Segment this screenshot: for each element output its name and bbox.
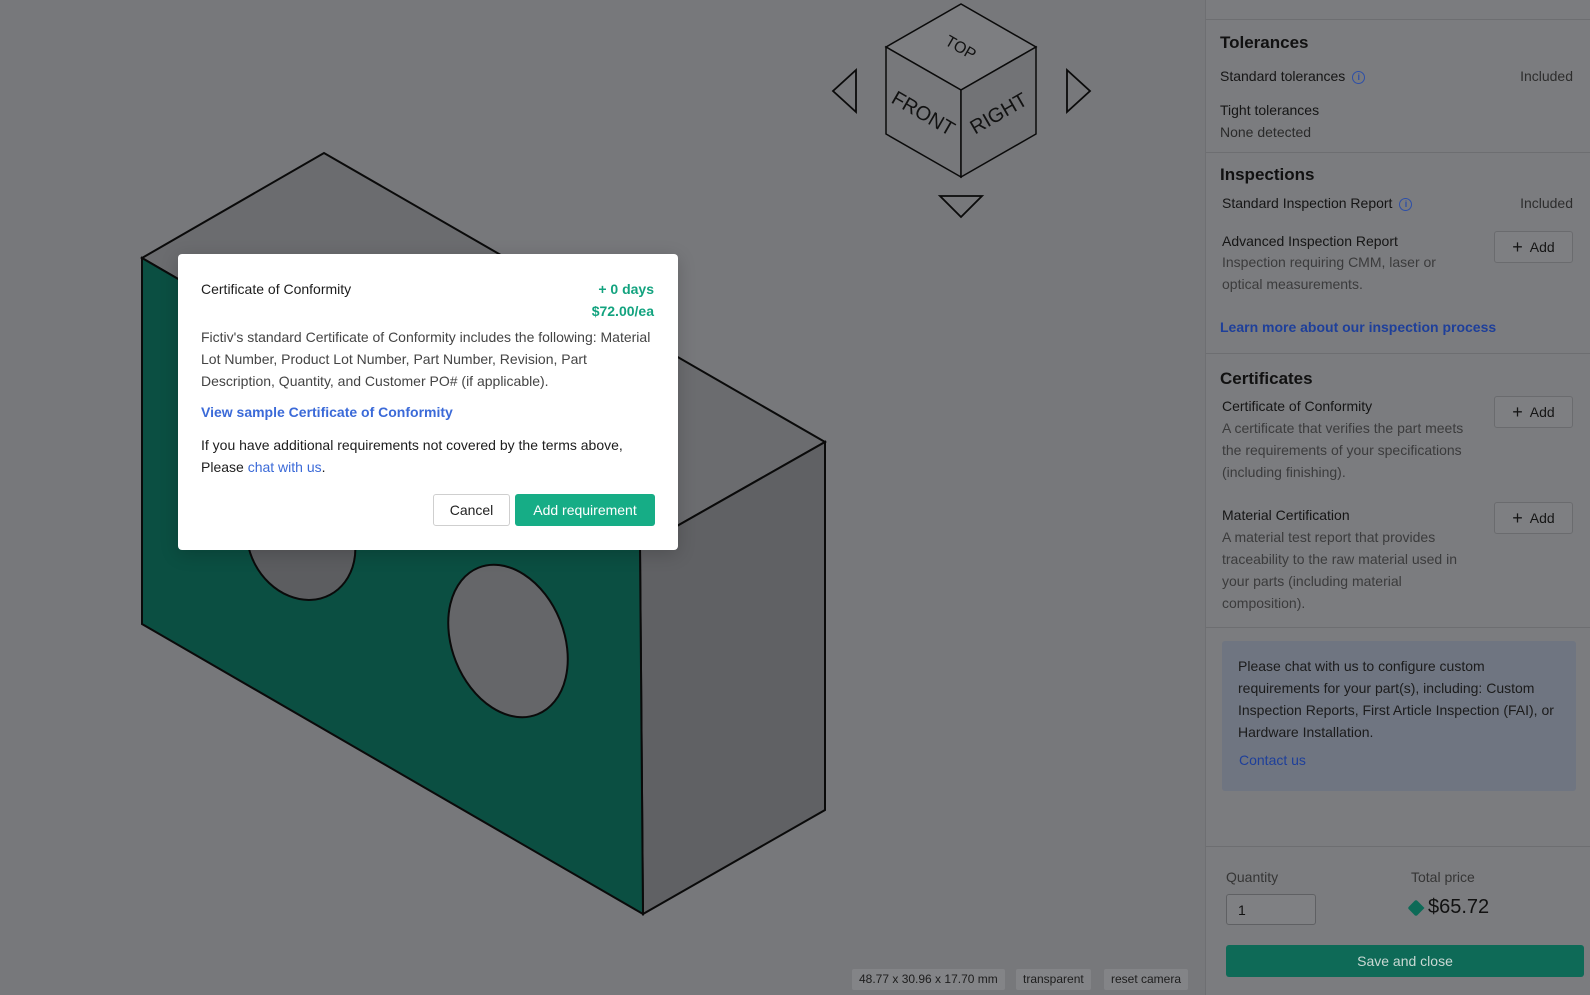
- coc-label: Certificate of Conformity: [1222, 398, 1373, 414]
- cancel-button[interactable]: Cancel: [433, 494, 510, 526]
- plus-icon: +: [1512, 237, 1523, 257]
- modal-description: Fictiv's standard Certificate of Conform…: [201, 329, 651, 389]
- add-material-cert-button[interactable]: + Add: [1494, 502, 1573, 534]
- save-and-close-button[interactable]: Save and close: [1226, 945, 1584, 977]
- add-label: Add: [1529, 404, 1555, 420]
- standard-tolerances-label: Standard tolerances: [1220, 68, 1346, 84]
- modal-title: Certificate of Conformity: [201, 281, 352, 297]
- certificates-title: Certificates: [1220, 369, 1313, 388]
- extra-note-suffix: .: [321, 459, 326, 475]
- info-icon[interactable]: i: [1399, 198, 1413, 211]
- chat-with-us-link[interactable]: chat with us: [248, 459, 322, 475]
- standard-inspection-status: Included: [1520, 195, 1573, 211]
- modal-lead-time: + 0 days: [598, 281, 654, 297]
- advanced-desc-line: Inspection requiring CMM, laser or: [1222, 254, 1436, 270]
- add-label: Add: [1529, 510, 1555, 526]
- plus-icon: +: [1512, 508, 1523, 528]
- learn-more-inspection-link[interactable]: Learn more about our inspection process: [1220, 319, 1496, 335]
- coc-desc-line: (including finishing).: [1222, 464, 1346, 480]
- material-cert-label: Material Certification: [1222, 507, 1350, 523]
- certificate-modal: Certificate of Conformity + 0 days $72.0…: [178, 254, 678, 550]
- coc-desc: A certificate that verifies the part mee…: [1222, 417, 1463, 483]
- add-requirement-button[interactable]: Add requirement: [515, 494, 655, 526]
- add-advanced-inspection-button[interactable]: + Add: [1494, 231, 1573, 263]
- standard-inspection-row: Standard Inspection Report i: [1222, 195, 1413, 211]
- tolerances-section: Tolerances Standard tolerances i Included…: [1206, 20, 1590, 153]
- total-price-label: Total price: [1411, 869, 1475, 885]
- coc-desc-line: the requirements of your specifications: [1222, 442, 1462, 458]
- add-label: Add: [1529, 239, 1555, 255]
- total-price-value: $65.72: [1428, 896, 1490, 918]
- quantity-label: Quantity: [1226, 869, 1279, 885]
- material-cert-desc: A material test report that provides tra…: [1222, 526, 1457, 614]
- modal-extra-note: If you have additional requirements not …: [201, 434, 661, 478]
- tight-tolerances-label: Tight tolerances: [1220, 102, 1320, 118]
- mat-desc-line: A material test report that provides: [1222, 529, 1436, 545]
- tolerances-title: Tolerances: [1220, 33, 1309, 52]
- total-price: $65.72: [1407, 896, 1490, 919]
- footer-divider: [1206, 846, 1590, 847]
- rotate-right-arrow-icon[interactable]: [1066, 67, 1092, 115]
- dimensions-readout: 48.77 x 30.96 x 17.70 mm: [852, 969, 1005, 990]
- modal-price: $72.00/ea: [591, 303, 654, 319]
- add-coc-button[interactable]: + Add: [1494, 396, 1573, 428]
- tight-tolerances-value: None detected: [1220, 124, 1312, 140]
- reset-camera-button[interactable]: reset camera: [1104, 969, 1189, 990]
- mat-desc-line: composition).: [1222, 595, 1306, 611]
- callout-text: Please chat with us to configure custom …: [1238, 658, 1554, 740]
- plus-icon: +: [1512, 402, 1523, 422]
- rotate-down-arrow-icon[interactable]: [937, 195, 985, 219]
- standard-inspection-label: Standard Inspection Report: [1222, 195, 1393, 211]
- standard-tolerances-row: Standard tolerances i: [1220, 68, 1366, 84]
- panel-top-remnant: [1206, 0, 1590, 20]
- advanced-inspection-desc: Inspection requiring CMM, laser or optic…: [1222, 251, 1436, 295]
- standard-tolerances-status: Included: [1520, 68, 1573, 84]
- mat-desc-line: your parts (including material: [1222, 573, 1402, 589]
- view-sample-certificate-link[interactable]: View sample Certificate of Conformity: [201, 404, 453, 420]
- price-tag-icon: [1407, 899, 1425, 916]
- rotate-left-arrow-icon[interactable]: [831, 67, 857, 115]
- coc-desc-line: A certificate that verifies the part mee…: [1222, 420, 1464, 436]
- transparent-toggle[interactable]: transparent: [1016, 969, 1091, 990]
- view-cube[interactable]: TOP FRONT RIGHT: [884, 3, 1038, 179]
- inspections-title: Inspections: [1220, 165, 1315, 184]
- quantity-input[interactable]: [1226, 894, 1316, 925]
- advanced-inspection-label: Advanced Inspection Report: [1222, 233, 1398, 249]
- inspections-section: Inspections Standard Inspection Report i …: [1206, 153, 1590, 354]
- contact-us-link[interactable]: Contact us: [1239, 752, 1306, 768]
- requirements-panel: Tolerances Standard tolerances i Included…: [1205, 0, 1590, 995]
- info-icon[interactable]: i: [1352, 71, 1366, 84]
- certificates-section: Certificates Certificate of Conformity A…: [1206, 354, 1590, 628]
- custom-requirements-callout: Please chat with us to configure custom …: [1222, 641, 1576, 791]
- advanced-desc-line: optical measurements.: [1222, 276, 1363, 292]
- mat-desc-line: traceability to the raw material used in: [1222, 551, 1457, 567]
